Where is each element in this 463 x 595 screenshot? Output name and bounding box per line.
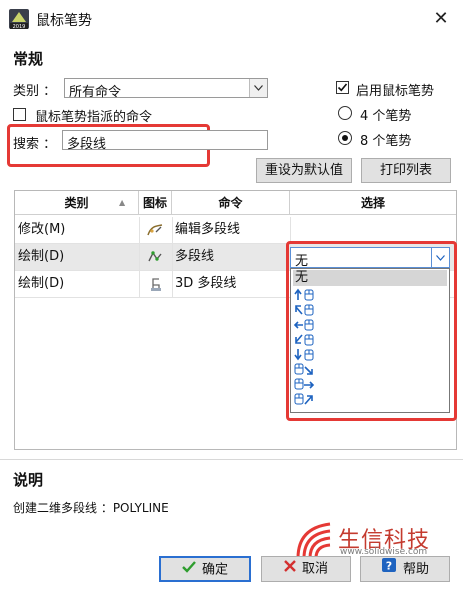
brand-logo-icon [296, 520, 336, 560]
close-button[interactable]: ✕ [426, 6, 456, 32]
help-icon: ? [381, 557, 397, 582]
radio-4-option[interactable]: 4 个笔势 [338, 105, 438, 124]
category-select[interactable]: 所有命令 [64, 78, 268, 100]
help-button[interactable]: ? 帮助 [360, 556, 450, 582]
header-selection[interactable]: 选择 [290, 191, 456, 215]
category-select-value: 所有命令 [69, 85, 122, 100]
row-category: 绘制(D) [18, 276, 65, 291]
search-input[interactable]: 多段线 [62, 130, 268, 152]
assigned-commands-option[interactable]: 鼠标笔势指派的命令 [13, 106, 213, 125]
ok-button-label: 确定 [201, 562, 228, 578]
print-list-button[interactable]: 打印列表 [361, 158, 451, 183]
window-title: 鼠标笔势 [36, 13, 92, 29]
dropdown-highlight-box [286, 241, 457, 421]
radio-4-label: 4 个笔势 [360, 109, 412, 124]
header-command[interactable]: 命令 [172, 191, 290, 215]
header-category[interactable]: 类别 ▲ [15, 191, 139, 215]
edit-polyline-icon [147, 222, 163, 238]
checkmark-icon [182, 558, 196, 582]
enable-gestures-label: 启用鼠标笔势 [356, 84, 435, 99]
cancel-button-label: 取消 [301, 561, 328, 577]
reset-defaults-button[interactable]: 重设为默认值 [256, 158, 352, 183]
app-icon: 2019 [8, 8, 30, 30]
row-command: 3D 多段线 [175, 276, 237, 291]
description-section-title: 说明 [13, 471, 44, 489]
description-text: 创建二维多段线 ：POLYLINE [13, 501, 169, 515]
radio-8-option[interactable]: 8 个笔势 [338, 130, 438, 149]
polyline-icon [147, 249, 163, 265]
row-category: 绘制(D) [18, 249, 65, 264]
search-label: 搜索 ： [13, 137, 57, 152]
3d-polyline-icon [148, 276, 164, 292]
header-category-label: 类别 [64, 196, 89, 210]
help-button-label: 帮助 [402, 562, 429, 577]
enable-gestures-option[interactable]: 启用鼠标笔势 [336, 80, 463, 99]
table-row[interactable]: 修改(M) 编辑多段线 [15, 217, 456, 244]
radio-8-button[interactable] [338, 131, 352, 145]
radio-selected-dot [342, 135, 348, 141]
row-command: 编辑多段线 [175, 222, 241, 237]
assigned-commands-label: 鼠标笔势指派的命令 [35, 110, 153, 125]
title-bar: 2019 鼠标笔势 ✕ [0, 0, 463, 38]
close-icon[interactable]: ✕ [433, 8, 448, 29]
row-command: 多段线 [175, 249, 215, 264]
category-label: 类别 ： [13, 84, 57, 99]
section-divider [0, 459, 463, 460]
cancel-button[interactable]: 取消 [261, 556, 351, 582]
general-section-title: 常规 [13, 50, 44, 68]
search-input-value: 多段线 [67, 137, 107, 152]
cancel-x-icon [284, 557, 296, 581]
row-category: 修改(M) [18, 222, 66, 237]
svg-text:?: ? [386, 560, 392, 573]
ok-button[interactable]: 确定 [159, 556, 251, 582]
enable-gestures-checkbox[interactable] [336, 81, 349, 94]
radio-4-button[interactable] [338, 106, 352, 120]
chevron-down-icon[interactable] [249, 79, 267, 97]
assigned-commands-checkbox[interactable] [13, 108, 26, 121]
header-icon[interactable]: 图标 [139, 191, 172, 215]
sort-up-icon: ▲ [119, 198, 126, 207]
radio-8-label: 8 个笔势 [360, 134, 412, 149]
app-badge-text: 2019 [13, 24, 26, 30]
